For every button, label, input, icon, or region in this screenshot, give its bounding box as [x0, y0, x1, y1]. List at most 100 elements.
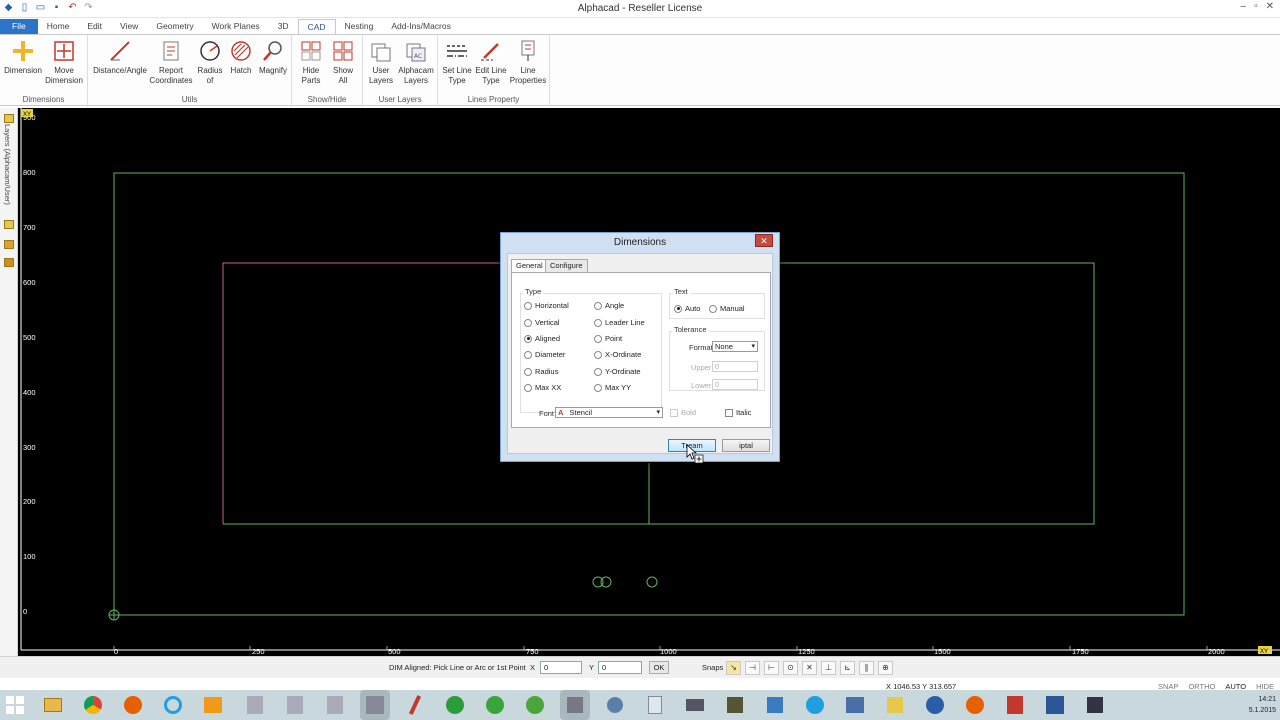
dimension-button[interactable]: Dimension	[2, 39, 44, 76]
pen-app-icon[interactable]	[400, 690, 430, 720]
x-coord-input[interactable]: 0	[540, 661, 582, 674]
edit-line-type-button[interactable]: Edit Line Type	[474, 39, 508, 86]
alphacam-layers-button[interactable]: AC Alphacam Layers	[397, 39, 435, 86]
app-icon-tool[interactable]	[560, 690, 590, 720]
app-icon-green-2[interactable]	[480, 690, 510, 720]
layers-side-panel[interactable]: Layers (Alphacam/User)	[0, 108, 18, 656]
inner-rectangle-left-edge[interactable]	[222, 262, 500, 524]
radius-of-button[interactable]: Radius of	[194, 39, 226, 86]
snap-midpoint-icon[interactable]: ⊢	[764, 661, 779, 675]
minimize-button[interactable]: –	[1241, 1, 1247, 12]
app-icon-blue-1[interactable]	[600, 690, 630, 720]
system-clock[interactable]: 14:21 5.1.2015	[1249, 694, 1276, 716]
file-explorer-icon[interactable]	[38, 690, 68, 720]
app-icon-paw[interactable]	[720, 690, 750, 720]
snap-tangent-icon[interactable]: ⊥	[821, 661, 836, 675]
radio-angle[interactable]: Angle	[594, 301, 624, 310]
y-coord-input[interactable]: 0	[598, 661, 642, 674]
move-dimension-button[interactable]: Move Dimension	[42, 39, 86, 86]
upper-input[interactable]: 0	[712, 361, 758, 372]
tab-view[interactable]: View	[111, 19, 147, 34]
user-layers-button[interactable]: User Layers	[365, 39, 397, 86]
outlook-icon[interactable]	[198, 690, 228, 720]
snap-endpoint-icon[interactable]: ⊣	[745, 661, 760, 675]
bold-checkbox[interactable]: Bold	[670, 408, 696, 417]
layers-folder-icon[interactable]	[4, 114, 14, 123]
hole-circle[interactable]	[646, 576, 658, 588]
tab-geometry[interactable]: Geometry	[147, 19, 202, 34]
cancel-button[interactable]: iptal	[722, 439, 770, 452]
radio-text-manual[interactable]: Manual	[709, 304, 745, 313]
snap-center-icon[interactable]: ⊙	[783, 661, 798, 675]
font-select[interactable]: A Stencil ▾	[555, 407, 663, 418]
coord-ok-button[interactable]: OK	[649, 661, 669, 674]
report-coordinates-button[interactable]: Report Coordinates	[148, 39, 194, 86]
radio-max-yy[interactable]: Max YY	[594, 383, 631, 392]
tab-work-planes[interactable]: Work Planes	[203, 19, 269, 34]
app-icon-gray-1[interactable]	[240, 690, 270, 720]
radio-horizontal[interactable]: Horizontal	[524, 301, 569, 310]
app-icon-yellow[interactable]	[880, 690, 910, 720]
alphacad-taskbar-icon[interactable]	[360, 690, 390, 720]
internet-explorer-icon[interactable]	[158, 690, 188, 720]
layer-tool-icon-3[interactable]	[4, 258, 14, 267]
hide-parts-button[interactable]: Hide Parts	[296, 39, 326, 86]
format-select[interactable]: None ▾	[712, 341, 758, 352]
radio-y-ordinate[interactable]: Y-Ordinate	[594, 367, 641, 376]
font-label: Font	[539, 409, 555, 418]
radio-diameter[interactable]: Diameter	[524, 350, 565, 359]
snap-intersect-icon[interactable]: ✕	[802, 661, 817, 675]
layer-tool-icon-1[interactable]	[4, 220, 14, 229]
snap-cursor-icon[interactable]: ↘	[726, 661, 741, 675]
dialog-close-button[interactable]: ✕	[755, 234, 773, 247]
tab-general[interactable]: General	[511, 259, 548, 272]
tab-configure[interactable]: Configure	[545, 259, 588, 272]
radio-vertical[interactable]: Vertical	[524, 318, 560, 327]
firefox-icon-2[interactable]	[960, 690, 990, 720]
layer-tool-icon-2[interactable]	[4, 240, 14, 249]
radio-x-ordinate[interactable]: X-Ordinate	[594, 350, 641, 359]
tab-file[interactable]: File	[0, 19, 38, 34]
tab-add-ins-macros[interactable]: Add-Ins/Macros	[382, 19, 460, 34]
show-all-button[interactable]: Show All	[328, 39, 358, 86]
distance-angle-button[interactable]: Distance/Angle	[90, 39, 150, 76]
app-icon-doc[interactable]	[640, 690, 670, 720]
word-icon[interactable]	[1040, 690, 1070, 720]
radio-text-auto[interactable]: Auto	[674, 304, 700, 313]
radio-radius[interactable]: Radius	[524, 367, 558, 376]
snap-parallel-icon[interactable]: ∥	[859, 661, 874, 675]
snap-quadrant-icon[interactable]: ⊕	[878, 661, 893, 675]
lower-input[interactable]: 0	[712, 379, 758, 390]
app-icon-green-3[interactable]	[520, 690, 550, 720]
firefox-icon[interactable]	[118, 690, 148, 720]
app-icon-dark[interactable]	[1080, 690, 1110, 720]
line-properties-button[interactable]: Line Properties	[508, 39, 548, 86]
tab-cad[interactable]: CAD	[297, 19, 336, 34]
tab-nesting[interactable]: Nesting	[336, 19, 383, 34]
hatch-button[interactable]: Hatch	[226, 39, 256, 76]
set-line-type-button[interactable]: Set Line Type	[440, 39, 474, 86]
radio-leader-line[interactable]: Leader Line	[594, 318, 645, 327]
radio-point[interactable]: Point	[594, 334, 622, 343]
app-icon-keyboard[interactable]	[680, 690, 710, 720]
skype-icon[interactable]	[800, 690, 830, 720]
snap-perpendicular-icon[interactable]: ⊾	[840, 661, 855, 675]
radio-aligned[interactable]: Aligned	[524, 334, 560, 343]
acrobat-icon[interactable]	[1000, 690, 1030, 720]
maximize-button[interactable]: ▫	[1254, 1, 1258, 12]
italic-checkbox[interactable]: Italic	[725, 408, 751, 417]
windows-start-icon[interactable]	[6, 696, 24, 714]
globe-icon[interactable]	[920, 690, 950, 720]
app-icon-green-1[interactable]	[440, 690, 470, 720]
magnify-button[interactable]: Magnify	[256, 39, 290, 76]
close-window-button[interactable]: ✕	[1266, 1, 1274, 12]
radio-max-xx[interactable]: Max XX	[524, 383, 561, 392]
tab-home[interactable]: Home	[38, 19, 79, 34]
app-icon-gray-2[interactable]	[280, 690, 310, 720]
app-icon-m[interactable]	[840, 690, 870, 720]
app-icon-gray-3[interactable]	[320, 690, 350, 720]
tab-edit[interactable]: Edit	[78, 19, 111, 34]
chrome-icon[interactable]	[78, 690, 108, 720]
tab-3d[interactable]: 3D	[269, 19, 298, 34]
app-icon-blue-2[interactable]	[760, 690, 790, 720]
